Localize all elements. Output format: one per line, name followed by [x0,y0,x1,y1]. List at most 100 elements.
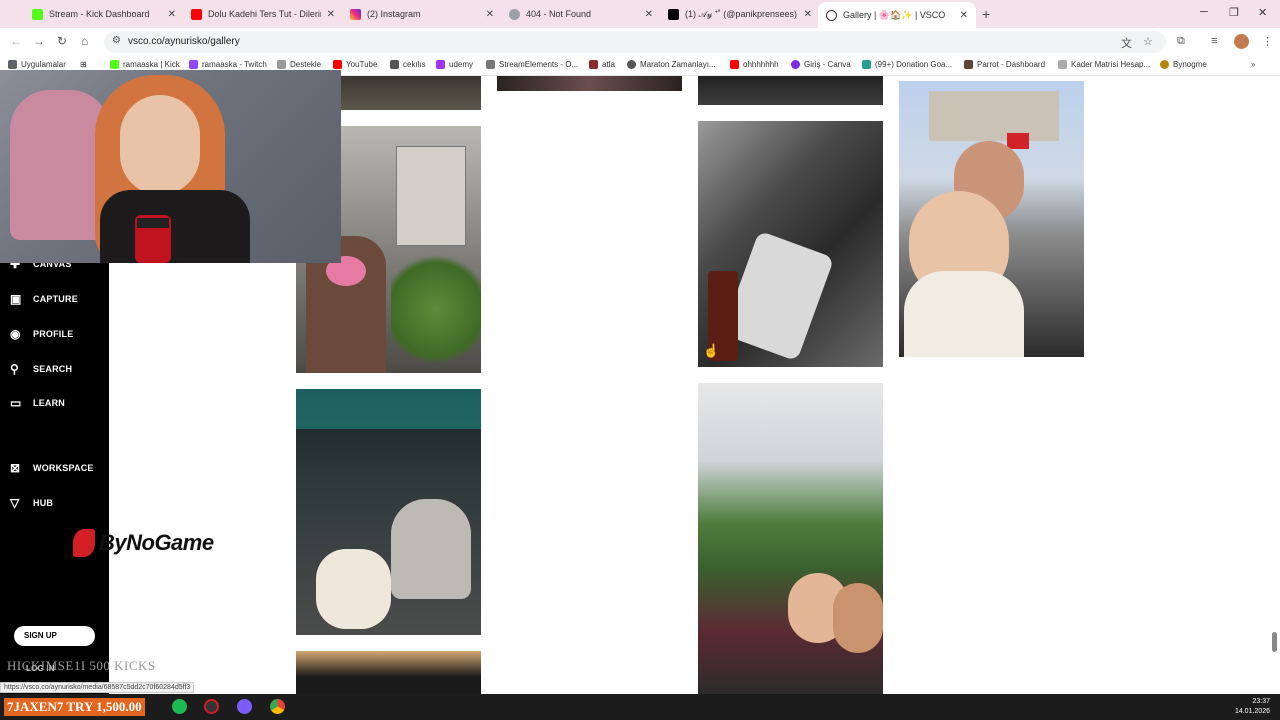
forward-icon[interactable]: → [33,34,45,48]
reload-icon[interactable]: ↻ [57,34,67,48]
close-icon[interactable]: ✕ [486,9,494,20]
bookmark-donation-goal[interactable]: (99+) Donation Goa... [862,60,952,69]
bookmark-canva[interactable]: Giriş - Canva [791,60,851,69]
microphone-grille [137,218,169,228]
vsco-icon [826,9,837,21]
extensions-icon[interactable]: ⧉ [1177,35,1185,48]
webcam-overlay [0,70,341,263]
search-icon: ⚲ [10,362,19,376]
bynogame-icon [1160,60,1169,69]
gallery-photo-selfie[interactable] [899,81,1084,357]
bookmark-streamelements[interactable]: StreamElements - O... [486,60,578,69]
spotify-icon[interactable] [172,699,187,714]
bookmark-label: Kader Matrisi Hesap... [1071,60,1151,69]
kicks-ticker: HICKIMSE1I 500 KICKS [7,658,156,673]
bookmark-twitch[interactable]: ramaaska - Twitch [189,60,267,69]
new-tab-button[interactable]: + [982,6,990,22]
bookmark-kick[interactable]: ramaaska | Kick [110,60,180,69]
bookmark-bynogme[interactable]: Bynogme [1160,60,1207,69]
close-icon[interactable]: ✕ [645,9,653,20]
tab-kick-dashboard[interactable]: Stream - Kick Dashboard ✕ [24,3,184,25]
bookmark-label: Uygulamalar [21,60,66,69]
tab-vsco-gallery[interactable]: Gallery | 🌸🏠✨ | VSCO ✕ [818,2,976,28]
bookmark-label: YouTube [346,60,378,69]
flag-detail [1007,133,1029,149]
profile-avatar[interactable] [1234,34,1249,49]
nav-capture[interactable]: ▣ CAPTURE [10,292,78,306]
udemy-icon [436,60,445,69]
nav-learn[interactable]: ▭ LEARN [10,396,65,410]
menu-icon[interactable]: ⋮ [1262,35,1273,48]
gallery-photo[interactable] [497,76,682,91]
bookmark-parrot[interactable]: Parrot - Dashboard [964,60,1045,69]
close-window-icon[interactable]: ✕ [1258,6,1267,19]
grid-icon: ⊞ [80,60,87,69]
nav-search[interactable]: ⚲ SEARCH [10,362,72,376]
close-icon[interactable]: ✕ [168,9,176,20]
bookmark-atla[interactable]: atla [589,60,615,69]
timer-icon [627,60,636,69]
back-icon[interactable]: ← [10,34,22,48]
coat-detail [904,271,1024,357]
chrome-icon[interactable] [270,699,285,714]
bookmark-youtube[interactable]: YouTube [333,60,377,69]
apps-icon [8,60,17,69]
bookmark-cekilis[interactable]: cekılıs [390,60,426,69]
bookmark-kader-matrisi[interactable]: Kader Matrisi Hesap... [1058,60,1150,69]
close-icon[interactable]: ✕ [960,10,968,21]
home-icon[interactable]: ⌂ [81,34,88,48]
nav-label: CAPTURE [33,294,78,304]
tab-not-found[interactable]: 404 - Not Found ✕ [501,3,661,25]
nav-hub[interactable]: ▽ HUB [10,496,53,510]
signup-button[interactable]: SIGN UP [14,626,95,646]
gallery-photo-stadium[interactable] [698,383,883,694]
gallery-photo-marble[interactable] [698,121,883,367]
tab-instagram[interactable]: (2) Instagram ✕ [342,3,502,25]
globe-icon [509,8,520,20]
brand-text: ByNoGame [99,530,214,555]
close-icon[interactable]: ✕ [804,9,812,20]
bookmark-udemy[interactable]: udemy [436,60,473,69]
bookmark-ohhh[interactable]: ohhhhhhh [730,60,779,69]
link-icon [1058,60,1067,69]
minimize-icon[interactable]: ─ [1200,6,1208,18]
tab-youtube[interactable]: Dolu Kadehi Ters Tut - Dilerim ✕ [183,3,343,25]
obs-icon[interactable] [204,699,219,714]
translate-icon[interactable]: 文 [1121,35,1132,51]
bookmark-label: Destekle [290,60,322,69]
bookmark-label: ohhhhhhh [743,60,779,69]
hand-cursor-icon: ☝ [703,343,720,358]
bookmark-grid[interactable]: ⊞ [80,60,87,69]
youtube-icon [191,8,202,20]
url-text: vsco.co/aynurisko/gallery [128,36,240,47]
media-icon[interactable]: ≡ [1211,35,1217,47]
bookmark-destekle[interactable]: Destekle [277,60,321,69]
man-face-detail [833,583,883,653]
bookmarks-overflow[interactable]: » [1251,60,1255,69]
streamlabs-icon[interactable] [237,699,252,714]
restore-icon[interactable]: ❐ [1229,6,1239,19]
gallery-photo[interactable] [296,651,481,694]
nav-label: HUB [33,498,54,508]
nav-workspace[interactable]: ⊠ WORKSPACE [10,461,94,475]
gallery-photo[interactable] [698,76,883,105]
gallery-photo-dog[interactable] [296,389,481,635]
close-icon[interactable]: ✕ [327,9,335,20]
bookmark-apps[interactable]: Uygulamalar [8,60,66,69]
streamer-face [120,95,200,195]
bookmark-label: (99+) Donation Goa... [875,60,953,69]
bookmark-maraton[interactable]: Maraton Zamanlayı... [627,60,716,69]
canva-icon [791,60,800,69]
nav-label: SEARCH [33,364,73,374]
ceiling-detail [296,389,481,429]
site-info-icon[interactable]: ⚙ [112,35,121,46]
scrollbar-thumb[interactable] [1272,632,1277,652]
tab-title: Stream - Kick Dashboard [49,9,150,19]
tab-x[interactable]: (1) 𝒜𝓎 ⁺˚ (@panikprensees) / ✕ [660,3,820,25]
atla-icon [589,60,598,69]
bookmark-star-icon[interactable]: ☆ [1143,35,1153,48]
tab-title: Dolu Kadehi Ters Tut - Dilerim [208,9,321,19]
address-bar[interactable]: ⚙ vsco.co/aynurisko/gallery [104,31,1166,53]
nav-profile[interactable]: ◉ PROFILE [10,327,73,341]
dog-detail [316,549,391,629]
